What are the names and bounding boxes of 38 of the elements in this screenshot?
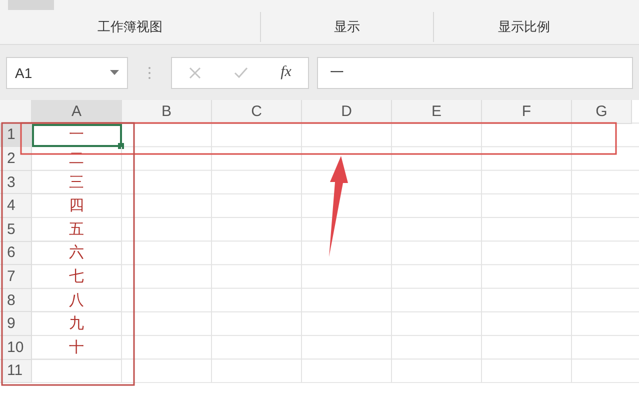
selected-cell[interactable]: 一 (32, 124, 122, 148)
row-header[interactable]: 2 (0, 147, 32, 171)
table-cell[interactable]: 二 (32, 147, 122, 171)
drag-handle-icon[interactable] (148, 66, 151, 80)
cancel-icon[interactable] (188, 66, 201, 78)
name-box[interactable]: A1 (6, 56, 128, 88)
column-header[interactable]: C (212, 100, 302, 124)
ribbon-group-label: 工作簿视图 (0, 12, 261, 42)
table-cell[interactable]: 六 (32, 242, 122, 266)
table-cell[interactable]: 十 (32, 336, 122, 360)
column-header[interactable]: F (482, 100, 572, 124)
ribbon-group-label: 显示 (261, 12, 434, 42)
row-header[interactable]: 7 (0, 265, 32, 289)
row-header[interactable]: 5 (0, 218, 32, 242)
table-cell[interactable]: 八 (32, 288, 122, 312)
row-header[interactable]: 1 (0, 124, 32, 148)
row-header[interactable]: 6 (0, 242, 32, 266)
formula-input[interactable]: 一 (317, 56, 633, 88)
table-cell[interactable]: 四 (32, 194, 122, 218)
checkmark-icon[interactable] (234, 67, 248, 78)
table-cell[interactable]: 五 (32, 218, 122, 242)
table-cell[interactable]: 三 (32, 170, 122, 194)
row-header[interactable]: 10 (0, 336, 32, 360)
insert-function-button[interactable]: fx (280, 64, 292, 81)
row-header[interactable]: 4 (0, 194, 32, 218)
row-header[interactable]: 8 (0, 288, 32, 312)
column-header[interactable]: G (572, 100, 632, 124)
row-header[interactable]: 11 (0, 360, 32, 384)
column-header[interactable]: A (32, 100, 122, 124)
row-header[interactable]: 9 (0, 312, 32, 336)
table-cell[interactable]: 九 (32, 312, 122, 336)
ribbon-group-label: 显示比例 (497, 19, 551, 37)
column-header[interactable]: E (392, 100, 482, 124)
dropdown-caret-icon (110, 70, 119, 75)
column-header[interactable]: B (122, 100, 212, 124)
column-header[interactable]: D (302, 100, 392, 124)
table-cell[interactable]: 七 (32, 265, 122, 289)
row-header[interactable]: 3 (0, 170, 32, 194)
